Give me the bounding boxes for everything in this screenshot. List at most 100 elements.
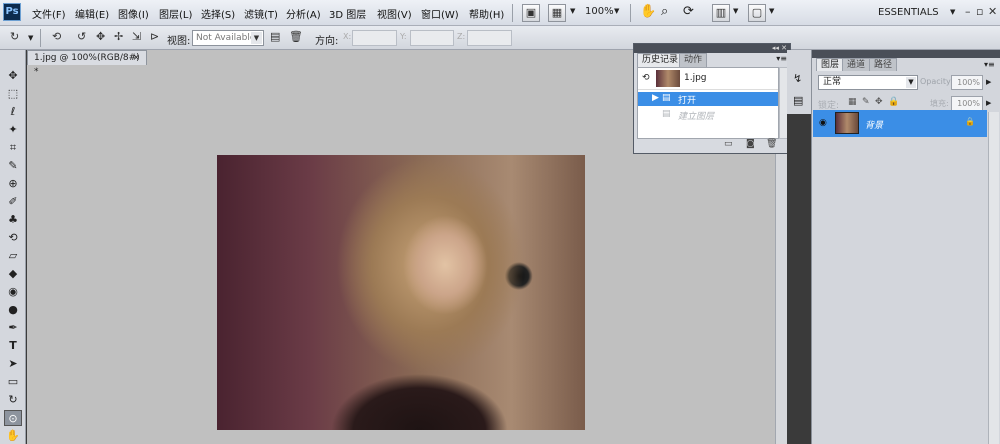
3d-orbit-tool-icon[interactable]: ⊙ — [4, 410, 22, 426]
close-tab-icon[interactable]: × — [132, 51, 140, 65]
chevron-down-icon[interactable]: ▼ — [769, 7, 774, 15]
rotate-view-icon[interactable]: ⟳ — [683, 4, 694, 19]
bridge-icon[interactable]: ▣ — [522, 4, 540, 22]
panel-titlebar[interactable] — [812, 50, 1000, 58]
document-icon: ▤ — [662, 109, 671, 119]
paint-bucket-tool-icon[interactable]: ◆ — [4, 266, 22, 282]
menu-view[interactable]: 视图(V) — [377, 6, 412, 21]
blur-tool-icon[interactable]: ◉ — [4, 284, 22, 300]
coord-x-field[interactable] — [352, 30, 397, 46]
menu-filter[interactable]: 滤镜(T) — [244, 6, 278, 21]
layers-scrollbar[interactable] — [988, 112, 999, 444]
chevron-right-icon[interactable]: ▶ — [986, 99, 991, 107]
blend-mode-select[interactable]: 正常 ▼ — [818, 75, 918, 90]
fill-field[interactable]: 100% — [951, 96, 983, 111]
coord-y-field[interactable] — [410, 30, 454, 46]
type-tool-icon[interactable]: T — [4, 338, 22, 354]
camera-snapshot-icon[interactable]: ◙ — [746, 139, 755, 149]
chevron-down-icon[interactable]: ▼ — [733, 7, 738, 15]
menu-window[interactable]: 窗口(W) — [421, 6, 459, 21]
3d-panel-icon[interactable]: ↯ — [793, 72, 802, 85]
marquee-tool-icon[interactable]: ⬚ — [4, 86, 22, 102]
lasso-tool-icon[interactable]: ℓ — [4, 104, 22, 120]
workspace-switcher[interactable]: ESSENTIALS — [878, 7, 939, 18]
save-view-icon[interactable]: ▤ — [270, 30, 280, 43]
3d-slide-icon[interactable]: ✢ — [114, 30, 123, 43]
menu-select[interactable]: 选择(S) — [201, 6, 235, 21]
arrange-documents-icon[interactable]: ▥ — [712, 4, 730, 22]
3d-camera-icon[interactable]: ⊳ — [150, 30, 159, 43]
brush-tool-icon[interactable]: ✐ — [4, 194, 22, 210]
menu-analysis[interactable]: 分析(A) — [286, 6, 321, 21]
tab-actions[interactable]: 动作 — [679, 53, 708, 67]
history-state[interactable]: ▤ 建立图层 — [638, 108, 778, 122]
menu-3d[interactable]: 3D 图层 — [329, 6, 366, 21]
eye-icon[interactable]: ◉ — [819, 118, 827, 128]
delete-view-icon[interactable]: 🗑 — [289, 30, 303, 43]
3d-scale-icon[interactable]: ⇲ — [132, 30, 141, 43]
menu-layer[interactable]: 图层(L) — [159, 6, 192, 21]
close-icon[interactable]: ✕ — [988, 5, 997, 18]
chevron-right-icon[interactable]: ▶ — [986, 78, 991, 86]
new-document-from-state-icon[interactable]: ▭ — [724, 139, 733, 149]
mini-bridge-icon[interactable]: ▦ — [548, 4, 566, 22]
shape-tool-icon[interactable]: ▭ — [4, 374, 22, 390]
3d-rotate-tool-icon[interactable]: ↻ — [10, 30, 19, 43]
tab-layers[interactable]: 图层 — [816, 58, 845, 71]
history-state-label: 建立图层 — [678, 112, 715, 122]
menu-file[interactable]: 文件(F) — [32, 6, 66, 21]
lock-position-icon[interactable]: ✥ — [875, 97, 883, 107]
chevron-down-icon[interactable]: ▼ — [570, 7, 575, 15]
fill-label: 填充: — [930, 99, 949, 108]
3d-rotate-icon[interactable]: ⟲ — [52, 30, 61, 43]
coord-z-field[interactable] — [467, 30, 512, 46]
history-brush-tool-icon[interactable]: ⟲ — [4, 230, 22, 246]
history-brush-source-icon[interactable]: ⟲ — [642, 73, 650, 83]
3d-rotate-tool-icon[interactable]: ↻ — [4, 392, 22, 408]
adjustments-panel-icon[interactable]: ▤ — [793, 94, 803, 107]
3d-pan-icon[interactable]: ✥ — [96, 30, 105, 43]
crop-tool-icon[interactable]: ⌗ — [4, 140, 22, 156]
eraser-tool-icon[interactable]: ▱ — [4, 248, 22, 264]
pen-tool-icon[interactable]: ✒ — [4, 320, 22, 336]
3d-roll-icon[interactable]: ↺ — [77, 30, 86, 43]
panel-menu-icon[interactable]: ▾≡ — [984, 60, 995, 69]
tab-paths[interactable]: 路径 — [869, 58, 898, 71]
chevron-down-icon[interactable]: ▼ — [950, 8, 955, 16]
zoom-tool-icon[interactable]: ⌕ — [661, 4, 668, 19]
path-selection-tool-icon[interactable]: ➤ — [4, 356, 22, 372]
opacity-field[interactable]: 100% — [951, 75, 983, 90]
menu-edit[interactable]: 编辑(E) — [75, 6, 109, 21]
maximize-icon[interactable]: ▫ — [976, 5, 983, 18]
layer-row[interactable]: ◉ 背景 🔒 — [813, 110, 987, 137]
menu-image[interactable]: 图像(I) — [118, 6, 149, 21]
trash-icon[interactable]: 🗑 — [766, 139, 777, 149]
magic-wand-tool-icon[interactable]: ✦ — [4, 122, 22, 138]
lock-all-icon[interactable]: 🔒 — [888, 97, 899, 107]
panel-menu-icon[interactable]: ▾≡ — [776, 54, 787, 63]
canvas-image[interactable] — [217, 155, 585, 430]
lock-transparent-icon[interactable]: ▦ — [848, 97, 857, 107]
hand-tool-icon[interactable]: ✋ — [640, 4, 656, 19]
clone-stamp-tool-icon[interactable]: ♣ — [4, 212, 22, 228]
screen-mode-icon[interactable]: ▢ — [748, 4, 766, 22]
lock-image-icon[interactable]: ✎ — [862, 97, 870, 107]
play-icon: ▶ — [652, 93, 659, 103]
hand-tool-icon[interactable]: ✋ — [4, 428, 22, 444]
dodge-tool-icon[interactable]: ● — [4, 302, 22, 318]
document-tab[interactable]: 1.jpg @ 100%(RGB/8#) * × — [27, 50, 147, 77]
chevron-down-icon[interactable]: ▼ — [28, 34, 33, 42]
healing-brush-tool-icon[interactable]: ⊕ — [4, 176, 22, 192]
eyedropper-tool-icon[interactable]: ✎ — [4, 158, 22, 174]
panel-collapse-icon[interactable]: ◂◂ ✕ — [634, 44, 790, 53]
tab-channels[interactable]: 通道 — [842, 58, 871, 71]
snapshot-row[interactable]: ⟲ 1.jpg — [638, 68, 778, 90]
zoom-level[interactable]: 100% — [585, 6, 614, 17]
tab-history[interactable]: 历史记录 — [637, 53, 684, 67]
move-tool-icon[interactable]: ✥ — [4, 68, 22, 84]
view-select[interactable]: Not Available ▼ — [192, 30, 264, 46]
minimize-icon[interactable]: – — [965, 5, 971, 18]
menu-help[interactable]: 帮助(H) — [469, 6, 504, 21]
chevron-down-icon[interactable]: ▼ — [614, 7, 619, 15]
history-state-selected[interactable]: ▶ ▤ 打开 — [638, 92, 778, 106]
